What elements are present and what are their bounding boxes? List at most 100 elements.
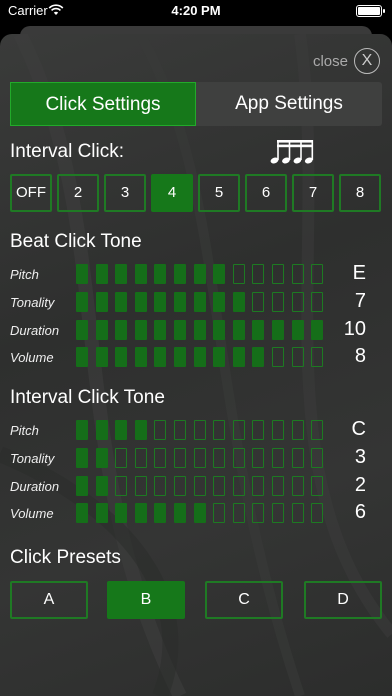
level-segment-empty[interactable] (134, 448, 147, 468)
level-segment-filled[interactable] (213, 292, 226, 312)
level-segment-filled[interactable] (193, 503, 206, 523)
level-segment-empty[interactable] (291, 347, 304, 367)
level-segment-empty[interactable] (252, 292, 265, 312)
level-segment-empty[interactable] (193, 420, 206, 440)
level-segment-empty[interactable] (291, 503, 304, 523)
interval-option-3[interactable]: 3 (104, 174, 146, 212)
level-segment-filled[interactable] (252, 320, 265, 340)
level-segment-filled[interactable] (311, 320, 324, 340)
level-segment-empty[interactable] (193, 476, 206, 496)
level-segment-empty[interactable] (291, 476, 304, 496)
level-segment-filled[interactable] (115, 503, 128, 523)
level-segment-empty[interactable] (272, 503, 284, 523)
level-segment-filled[interactable] (115, 264, 128, 284)
beat-tonality-slider[interactable] (76, 292, 328, 312)
level-segment-empty[interactable] (272, 448, 284, 468)
interval-pitch-slider[interactable] (76, 420, 328, 440)
level-segment-filled[interactable] (76, 448, 88, 468)
level-segment-empty[interactable] (232, 264, 245, 284)
level-segment-filled[interactable] (95, 420, 108, 440)
level-segment-filled[interactable] (134, 292, 147, 312)
level-segment-empty[interactable] (213, 503, 226, 523)
level-segment-filled[interactable] (174, 347, 186, 367)
level-segment-filled[interactable] (95, 503, 108, 523)
level-segment-empty[interactable] (252, 264, 265, 284)
level-segment-filled[interactable] (76, 476, 88, 496)
level-segment-filled[interactable] (134, 320, 147, 340)
level-segment-filled[interactable] (213, 264, 226, 284)
level-segment-empty[interactable] (291, 264, 304, 284)
tab-app-settings[interactable]: App Settings (196, 82, 382, 126)
level-segment-filled[interactable] (154, 320, 167, 340)
level-segment-empty[interactable] (311, 503, 324, 523)
level-segment-filled[interactable] (291, 320, 304, 340)
tab-click-settings[interactable]: Click Settings (10, 82, 196, 126)
level-segment-filled[interactable] (95, 347, 108, 367)
beat-duration-slider[interactable] (76, 320, 328, 340)
level-segment-filled[interactable] (252, 347, 265, 367)
level-segment-empty[interactable] (252, 448, 265, 468)
level-segment-filled[interactable] (232, 347, 245, 367)
level-segment-empty[interactable] (252, 503, 265, 523)
level-segment-filled[interactable] (232, 320, 245, 340)
interval-volume-slider[interactable] (76, 503, 328, 523)
level-segment-filled[interactable] (213, 347, 226, 367)
interval-option-6[interactable]: 6 (245, 174, 287, 212)
level-segment-empty[interactable] (174, 476, 186, 496)
level-segment-filled[interactable] (95, 448, 108, 468)
level-segment-empty[interactable] (213, 448, 226, 468)
level-segment-filled[interactable] (154, 347, 167, 367)
level-segment-filled[interactable] (154, 292, 167, 312)
level-segment-empty[interactable] (311, 476, 324, 496)
level-segment-filled[interactable] (76, 347, 88, 367)
level-segment-empty[interactable] (291, 420, 304, 440)
level-segment-filled[interactable] (95, 320, 108, 340)
level-segment-empty[interactable] (232, 420, 245, 440)
level-segment-filled[interactable] (174, 503, 186, 523)
level-segment-filled[interactable] (134, 264, 147, 284)
level-segment-filled[interactable] (95, 264, 108, 284)
level-segment-empty[interactable] (134, 476, 147, 496)
level-segment-empty[interactable] (115, 448, 128, 468)
level-segment-empty[interactable] (232, 503, 245, 523)
interval-option-2[interactable]: 2 (57, 174, 99, 212)
level-segment-filled[interactable] (95, 476, 108, 496)
level-segment-filled[interactable] (76, 264, 88, 284)
level-segment-filled[interactable] (95, 292, 108, 312)
interval-option-off[interactable]: OFF (10, 174, 52, 212)
level-segment-empty[interactable] (311, 264, 324, 284)
level-segment-empty[interactable] (232, 448, 245, 468)
interval-option-7[interactable]: 7 (292, 174, 334, 212)
level-segment-empty[interactable] (272, 264, 284, 284)
beat-volume-slider[interactable] (76, 347, 328, 367)
level-segment-filled[interactable] (115, 320, 128, 340)
level-segment-empty[interactable] (311, 292, 324, 312)
level-segment-empty[interactable] (311, 420, 324, 440)
level-segment-empty[interactable] (154, 476, 167, 496)
level-segment-empty[interactable] (193, 448, 206, 468)
level-segment-empty[interactable] (174, 420, 186, 440)
level-segment-empty[interactable] (291, 448, 304, 468)
level-segment-filled[interactable] (174, 320, 186, 340)
level-segment-filled[interactable] (115, 347, 128, 367)
preset-c-button[interactable]: C (205, 581, 283, 619)
level-segment-empty[interactable] (311, 448, 324, 468)
level-segment-empty[interactable] (154, 448, 167, 468)
level-segment-empty[interactable] (232, 476, 245, 496)
interval-tonality-slider[interactable] (76, 448, 328, 468)
level-segment-filled[interactable] (213, 320, 226, 340)
level-segment-empty[interactable] (115, 476, 128, 496)
level-segment-empty[interactable] (154, 420, 167, 440)
level-segment-empty[interactable] (213, 476, 226, 496)
level-segment-filled[interactable] (174, 292, 186, 312)
level-segment-filled[interactable] (134, 503, 147, 523)
level-segment-filled[interactable] (76, 320, 88, 340)
level-segment-filled[interactable] (272, 320, 284, 340)
close-button[interactable]: X (354, 48, 380, 74)
level-segment-empty[interactable] (291, 292, 304, 312)
level-segment-empty[interactable] (272, 476, 284, 496)
level-segment-empty[interactable] (213, 420, 226, 440)
interval-duration-slider[interactable] (76, 476, 328, 496)
level-segment-filled[interactable] (193, 292, 206, 312)
level-segment-filled[interactable] (76, 503, 88, 523)
